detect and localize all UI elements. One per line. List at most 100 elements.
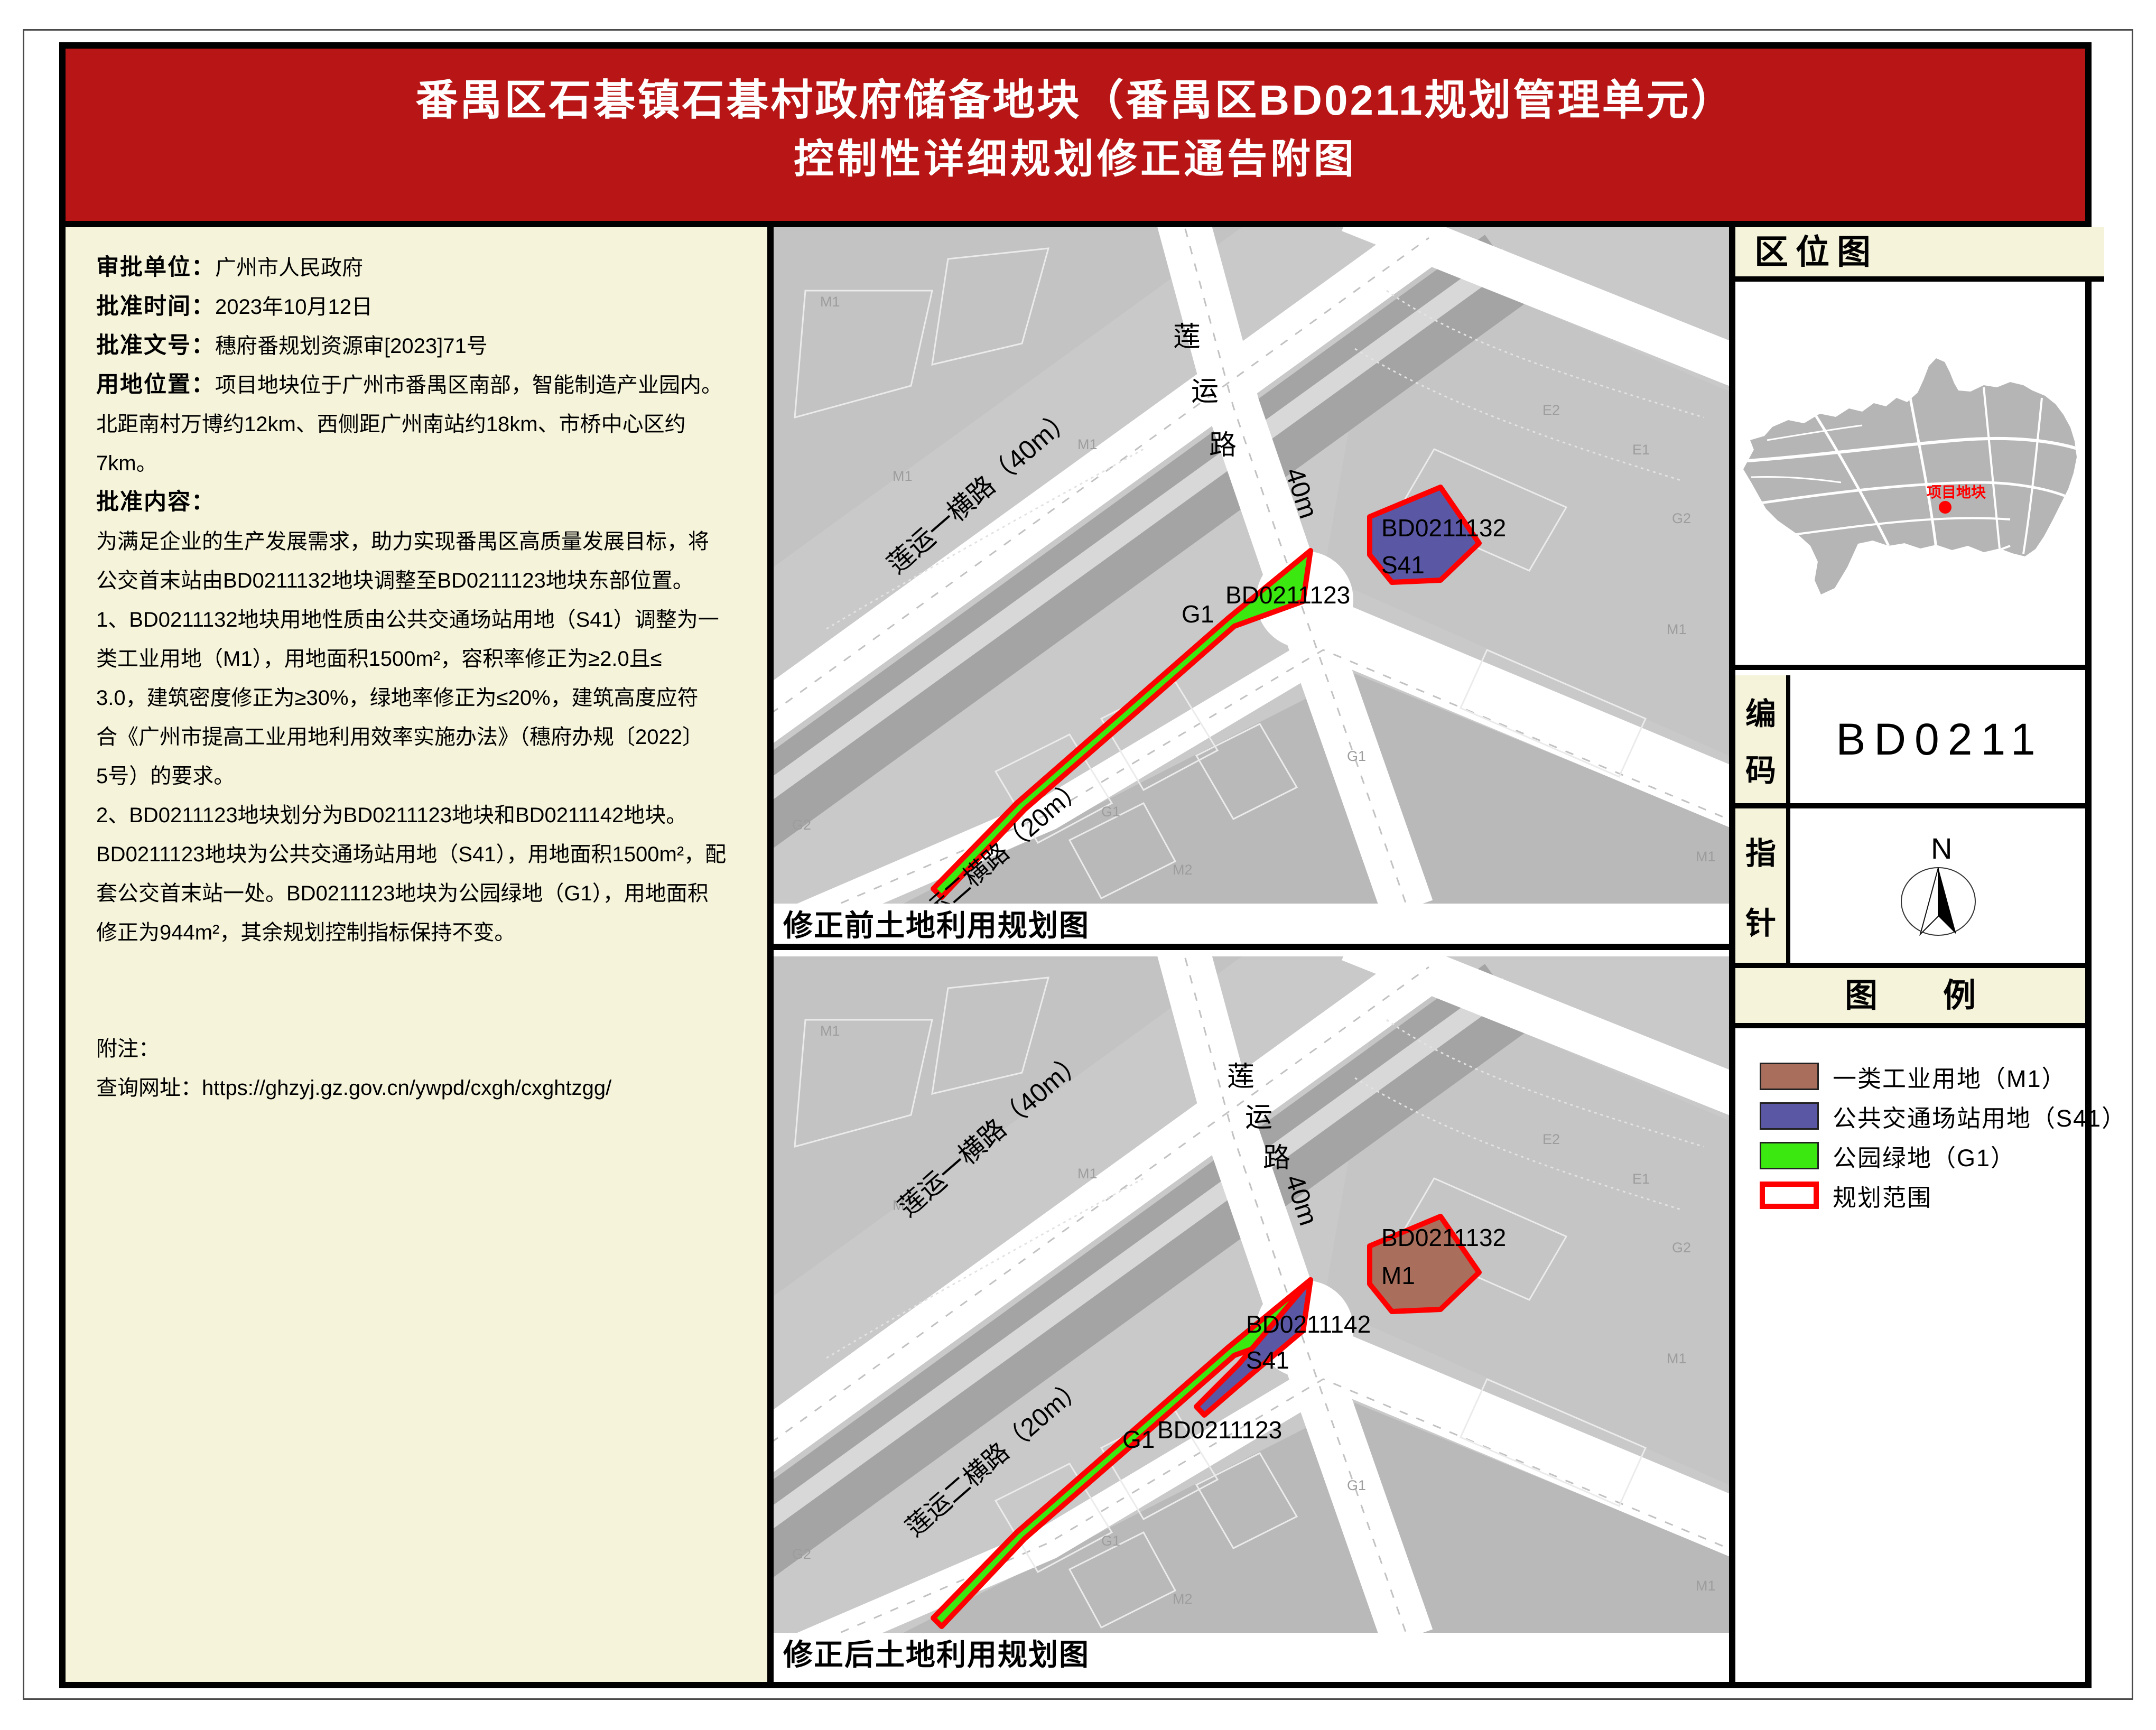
legend-item-label: 规划范围 (1833, 1178, 1932, 1213)
parcel-label-s41: S41 (1246, 1346, 1289, 1374)
road-label-lianyunlu-char1: 莲 (1227, 1062, 1254, 1092)
legend: 一类工业用地（M1） 公共交通场站用地（S41） 公园绿地（G1） (1735, 1028, 2085, 1682)
info-line-text: 公交首末站由BD0211132地块调整至BD0211123地块东部位置。 (96, 569, 694, 592)
info-line-text: 类工业用地（M1），用地面积1500m²，容积率修正为≥2.0且≤ (96, 647, 662, 671)
main-frame: 番禺区石碁镇石碁村政府储备地块（番禺区BD0211规划管理单元） 控制性详细规划… (59, 42, 2092, 1688)
info-text-line: 3.0，建筑密度修正为≥30%，绿地率修正为≤20%，建筑高度应符 (96, 678, 738, 718)
map-column: M1 M1 M1 E2 E1 G2 M1 G1 M2 M1 G2 (774, 227, 1735, 1682)
info-text-line: BD0211123地块为公共交通场站用地（S41），用地面积1500m²，配 (96, 835, 738, 874)
info-text-line: 5号）的要求。 (96, 757, 738, 796)
compass-label-char2: 针 (1745, 898, 1776, 943)
info-text-line: 修正为944m²，其余规划控制指标保持不变。 (96, 913, 738, 952)
district-silhouette (1743, 358, 2077, 594)
document-title-line2: 控制性详细规划修正通告附图 (66, 135, 2085, 184)
info-line-label: 批准时间： (96, 294, 215, 319)
info-text-line: 附注： (96, 1029, 738, 1068)
parcel-label-s41: S41 (1381, 551, 1425, 579)
location-map-title: 区位图 (1735, 227, 2104, 282)
legend-item: 公共交通场站用地（S41） (1760, 1101, 2085, 1131)
info-text-line: 为满足企业的生产发展需求，助力实现番禺区高质量发展目标，将 (96, 522, 738, 561)
sidebar: 区位图 (1735, 227, 2085, 1682)
info-text-line: 7km。 (96, 444, 738, 483)
parcel-label-m1: M1 (1381, 1262, 1415, 1289)
legend-item-label: 一类工业用地（M1） (1833, 1059, 2067, 1094)
info-text-line: 北距南村万博约12km、西侧距广州南站约18km、市桥中心区约 (96, 405, 738, 444)
unit-code-value: BD0211 (1795, 675, 2085, 803)
info-line-text: 广州市人民政府 (215, 256, 363, 280)
info-text-line: 类工业用地（M1），用地面积1500m²，容积率修正为≥2.0且≤ (96, 639, 738, 678)
caption-before: 修正前土地利用规划图 (774, 904, 1729, 950)
info-line-text: 2023年10月12日 (215, 295, 373, 319)
legend-item-label: 公共交通场站用地（S41） (1833, 1099, 2126, 1133)
info-text-line: 批准时间：2023年10月12日 (96, 287, 738, 327)
project-site-label: 项目地块 (1927, 484, 1986, 500)
document-title-line1: 番禺区石碁镇石碁村政府储备地块（番禺区BD0211规划管理单元） (66, 75, 2085, 126)
info-text-line (96, 991, 738, 1029)
caption-after: 修正后土地利用规划图 (774, 1633, 1729, 1682)
info-text-line: 查询网址：https://ghzyj.gz.gov.cn/ywpd/cxgh/c… (96, 1068, 738, 1108)
parcel-label-bd0211123: BD0211123 (1157, 1416, 1282, 1444)
legend-title: 图 例 (1735, 968, 2085, 1028)
parcel-label-bd0211123: BD0211123 (1225, 581, 1350, 609)
parcel-label-bd0211132: BD0211132 (1381, 514, 1506, 542)
parcel-label-g1: G1 (1122, 1426, 1155, 1453)
caption-before-text: 修正前土地利用规划图 (774, 904, 1729, 948)
info-text-line: 1、BD0211132地块用地性质由公共交通场站用地（S41）调整为一 (96, 600, 738, 639)
code-label-char2: 码 (1745, 746, 1776, 790)
road-label-lianyunlu-char2: 运 (1191, 376, 1219, 407)
road-label-lianyunlu-char3: 路 (1263, 1143, 1290, 1174)
legend-swatch (1760, 1063, 1819, 1090)
north-arrow-icon: N (1795, 808, 2085, 963)
legend-item: 一类工业用地（M1） (1760, 1061, 2085, 1092)
road-label-lianyunlu-char1: 莲 (1173, 322, 1201, 352)
document-header: 番禺区石碁镇石碁村政府储备地块（番禺区BD0211规划管理单元） 控制性详细规划… (66, 49, 2085, 227)
info-line-text: 套公交首末站一处。BD0211123地块为公园绿地（G1），用地面积 (96, 882, 709, 905)
info-line-label: 用地位置： (96, 372, 215, 397)
info-line-text: 2、BD0211123地块划分为BD0211123地块和BD0211142地块。 (96, 804, 687, 827)
info-text-line: 公交首末站由BD0211132地块调整至BD0211123地块东部位置。 (96, 561, 738, 600)
info-text-line: 用地位置：项目地块位于广州市番禺区南部，智能制造产业园内。 (96, 366, 738, 405)
info-line-text: 北距南村万博约12km、西侧距广州南站约18km、市桥中心区约 (96, 413, 686, 436)
parcel-label-bd0211142: BD0211142 (1246, 1310, 1371, 1338)
info-line-label: 批准文号： (96, 333, 215, 358)
compass-label-char1: 指 (1745, 829, 1776, 873)
compass-row: 指 针 N (1735, 808, 2085, 968)
planning-notice-document: { "header": { "title_line1": "番禺区石碁镇石碁村政… (0, 0, 2156, 1730)
road-label-lianyunlu-char2: 运 (1245, 1102, 1272, 1133)
info-line-text: 合《广州市提高工业用地利用效率实施办法》（穗府办规〔2022〕 (96, 726, 703, 749)
caption-after-text: 修正后土地利用规划图 (774, 1633, 1729, 1677)
legend-swatch (1760, 1182, 1819, 1209)
info-line-text: 查询网址：https://ghzyj.gz.gov.cn/ywpd/cxgh/c… (96, 1076, 611, 1100)
info-line-text: 穗府番规划资源审[2023]71号 (215, 334, 488, 358)
parcel-label-bd0211132: BD0211132 (1381, 1224, 1506, 1251)
approval-info-panel: 审批单位：广州市人民政府 批准时间：2023年10月12日 批准文号：穗府番规划… (66, 227, 774, 1682)
road-label-lianyunlu-char3: 路 (1209, 430, 1237, 461)
info-line-text: 3.0，建筑密度修正为≥30%，绿地率修正为≤20%，建筑高度应符 (96, 686, 699, 710)
landuse-map-after: 莲运一横路（40m） 莲 运 路 40m 莲运二横路（20m） BD021113… (774, 956, 1729, 1633)
info-line-label: 批准内容： (96, 489, 215, 515)
parcel-label-g1: G1 (1182, 600, 1214, 628)
info-line-text: 修正为944m²，其余规划控制指标保持不变。 (96, 921, 515, 944)
legend-swatch (1760, 1102, 1819, 1130)
legend-swatch (1760, 1142, 1819, 1169)
north-letter: N (1931, 832, 1952, 865)
info-text-line: 批准内容： (96, 483, 738, 522)
info-text-line: 审批单位：广州市人民政府 (96, 248, 738, 287)
legend-item: 公园绿地（G1） (1760, 1140, 2085, 1171)
info-line-text: 附注： (96, 1037, 160, 1061)
project-site-dot (1939, 501, 1951, 514)
legend-item-label: 公园绿地（G1） (1833, 1139, 2015, 1173)
code-label-char1: 编 (1745, 689, 1776, 733)
compass-row-label: 指 针 (1735, 808, 1790, 963)
info-line-text: 为满足企业的生产发展需求，助力实现番禺区高质量发展目标，将 (96, 530, 709, 553)
info-text-line: 批准文号：穗府番规划资源审[2023]71号 (96, 327, 738, 366)
info-text-line: 合《广州市提高工业用地利用效率实施办法》（穗府办规〔2022〕 (96, 718, 738, 757)
info-text-line (96, 952, 738, 991)
info-text-line: 2、BD0211123地块划分为BD0211123地块和BD0211142地块。 (96, 796, 738, 835)
info-line-text: 7km。 (96, 452, 157, 475)
code-row-label: 编 码 (1735, 675, 1790, 803)
info-line-label: 审批单位： (96, 255, 215, 280)
info-line-text: 1、BD0211132地块用地性质由公共交通场站用地（S41）调整为一 (96, 608, 719, 631)
info-line-text: 项目地块位于广州市番禺区南部，智能制造产业园内。 (215, 374, 722, 397)
info-text-line: 套公交首末站一处。BD0211123地块为公园绿地（G1），用地面积 (96, 874, 738, 913)
